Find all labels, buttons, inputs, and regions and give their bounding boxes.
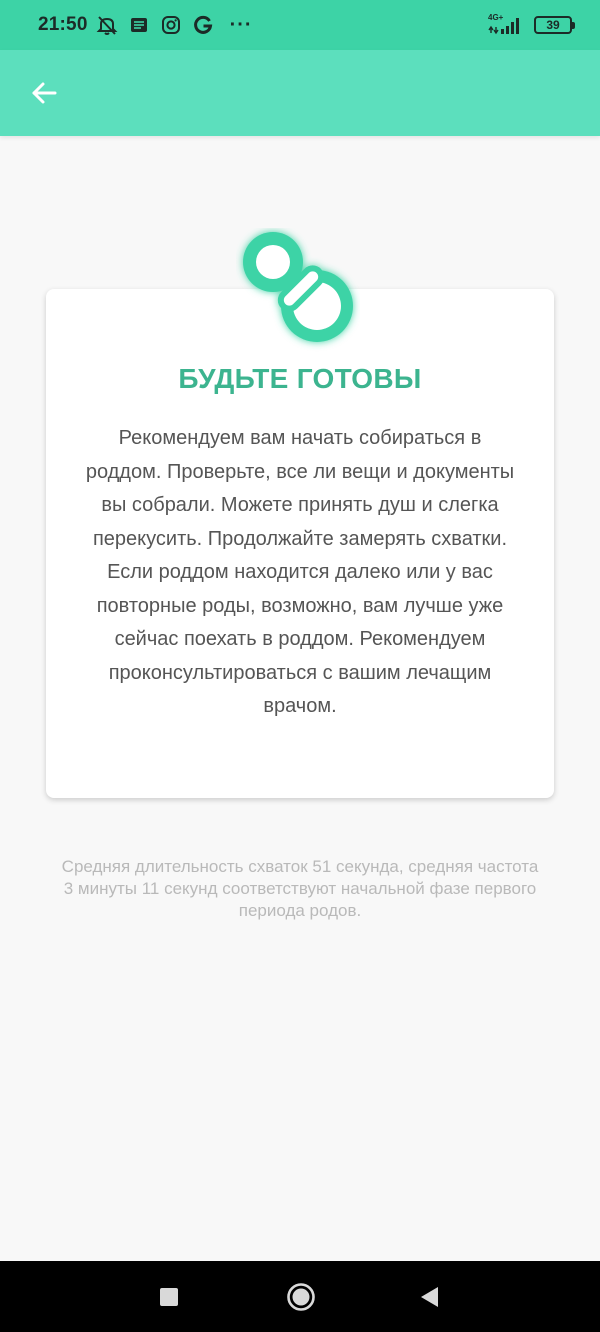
arrow-left-icon bbox=[32, 82, 57, 104]
back-button[interactable] bbox=[24, 73, 64, 113]
contraction-summary: Средняя длительность схваток 51 секунда,… bbox=[61, 857, 539, 920]
status-bar: 21:50 ··· 4G+ 39 bbox=[0, 0, 600, 50]
recents-button[interactable] bbox=[133, 1261, 204, 1332]
battery-indicator: 39 bbox=[534, 16, 575, 34]
system-navigation-bar bbox=[0, 1261, 600, 1332]
home-button[interactable] bbox=[265, 1261, 336, 1332]
card-title: БУДЬТЕ ГОТОВЫ bbox=[178, 363, 422, 394]
muted-alarm-icon bbox=[96, 14, 118, 36]
notes-icon bbox=[128, 14, 150, 36]
recommendation-card: БУДЬТЕ ГОТОВЫ Рекомендуем вам начать соб… bbox=[46, 289, 554, 798]
app-bar bbox=[0, 50, 600, 136]
battery-level: 39 bbox=[546, 18, 560, 32]
pacifier-icon bbox=[236, 228, 360, 352]
signal-icon: 4G+ bbox=[488, 14, 524, 36]
instagram-icon bbox=[160, 14, 182, 36]
google-icon bbox=[192, 14, 214, 36]
status-time: 21:50 bbox=[38, 14, 88, 35]
status-notification-icons: ··· bbox=[96, 14, 253, 37]
card-body-text: Рекомендуем вам начать собираться в родд… bbox=[85, 427, 515, 717]
back-triangle-icon bbox=[420, 1286, 438, 1307]
status-system-icons: 4G+ 39 bbox=[488, 14, 575, 36]
home-circle-icon bbox=[286, 1282, 315, 1311]
recents-square-icon bbox=[159, 1287, 178, 1306]
nav-back-button[interactable] bbox=[394, 1261, 465, 1332]
more-notifications-icon: ··· bbox=[229, 13, 253, 36]
